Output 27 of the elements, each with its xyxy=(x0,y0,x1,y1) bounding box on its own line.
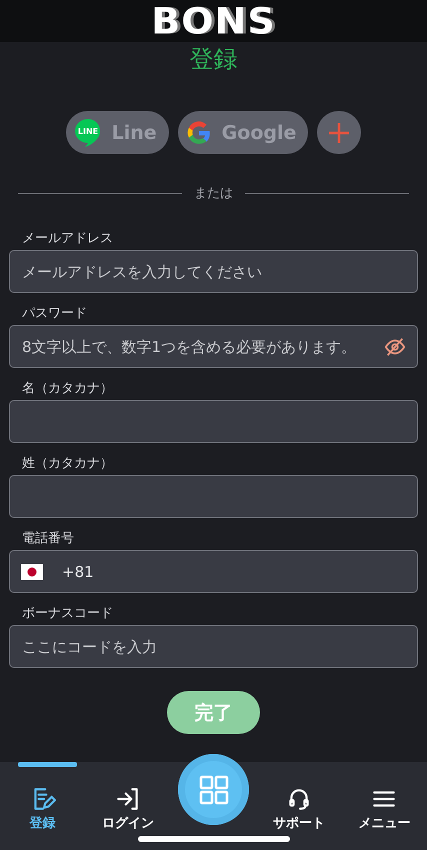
field-label: 電話番号 xyxy=(22,531,75,546)
password-field[interactable]: 8文字以上で、数字1つを含める必要があります。 xyxy=(9,325,418,368)
page-title: 登録 xyxy=(188,44,238,74)
divider-text: または xyxy=(194,185,233,202)
plus-icon xyxy=(328,122,350,144)
logo: BONS xyxy=(151,2,276,40)
nav-tab[interactable]: ログイン xyxy=(85,762,171,850)
input-field[interactable]: メールアドレスを入力してください xyxy=(9,250,418,293)
field-label: メールアドレス xyxy=(22,231,114,246)
field-label: ボーナスコード xyxy=(22,606,114,621)
field-label: 姓（カタカナ） xyxy=(22,456,114,471)
line-icon: LINE xyxy=(74,118,102,148)
japan-flag-icon xyxy=(21,564,43,580)
field-label: 名（カタカナ） xyxy=(22,381,114,396)
google-icon xyxy=(186,120,212,146)
phone-field[interactable]: +81 xyxy=(9,550,418,593)
grid-icon xyxy=(198,774,228,804)
active-tab-indicator xyxy=(18,762,78,767)
nav-tab[interactable]: 登録 xyxy=(0,762,86,850)
nav-tab[interactable]: メニュー xyxy=(342,762,427,850)
field-label: パスワード xyxy=(22,306,88,321)
input-field[interactable] xyxy=(9,400,418,443)
hidden-eye-icon[interactable] xyxy=(384,336,406,358)
input-field[interactable]: ここにコードを入力 xyxy=(9,625,418,668)
more-options-button[interactable] xyxy=(317,111,362,154)
input-field[interactable] xyxy=(9,475,418,518)
nav-tab[interactable]: サポート xyxy=(256,762,342,850)
